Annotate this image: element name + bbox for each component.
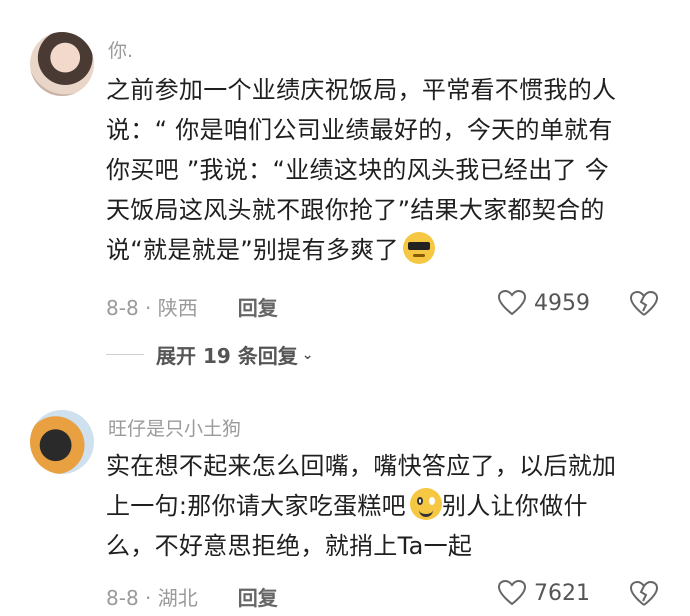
reply-button[interactable]: 回复 — [238, 296, 278, 320]
comment-line-text: 说“就是就是”别提有多爽了 — [106, 236, 399, 264]
comment-meta: 8-8 · 陕西 回复 — [106, 292, 278, 321]
comment-text: 之前参加一个业绩庆祝饭局，平常看不惯我的人 说：“ 你是咱们公司业绩最好的，今天… — [106, 70, 666, 270]
date-location: 8-8 · 湖北 — [106, 586, 198, 610]
username[interactable]: 旺仔是只小土狗 — [108, 414, 241, 441]
comment-line-text: 别人让你做什 — [442, 492, 588, 520]
cool-sunglasses-emoji-icon — [402, 232, 435, 264]
smile-emoji-icon — [410, 488, 442, 520]
expand-replies-label: 展开 19 条回复 — [156, 344, 298, 368]
avatar[interactable] — [30, 32, 94, 96]
comment-line: 之前参加一个业绩庆祝饭局，平常看不惯我的人 — [106, 76, 617, 104]
like-button[interactable]: 4959 — [498, 290, 590, 316]
broken-heart-icon — [629, 290, 659, 316]
divider — [106, 354, 144, 355]
comment-line: 么，不好意思拒绝，就捎上Ta一起 — [106, 532, 473, 560]
broken-heart-icon — [629, 580, 659, 606]
reply-button[interactable]: 回复 — [238, 586, 278, 610]
dislike-button[interactable] — [629, 290, 659, 321]
chevron-down-icon: ⌄ — [301, 346, 314, 363]
expand-replies-button[interactable]: 展开 19 条回复 ⌄ — [106, 340, 314, 369]
like-count: 4959 — [534, 290, 590, 316]
comment-line-text: 上一句:那你请大家吃蛋糕吧 — [106, 492, 406, 520]
comment-line: 你买吧 ”我说：“业绩这块的风头我已经出了 今 — [106, 156, 610, 184]
comment-text: 实在想不起来怎么回嘴，嘴快答应了，以后就加 上一句:那你请大家吃蛋糕吧 别人让你做… — [106, 446, 666, 566]
like-button[interactable]: 7621 — [498, 580, 590, 606]
avatar[interactable] — [30, 410, 94, 474]
like-count: 7621 — [534, 580, 590, 606]
date-location: 8-8 · 陕西 — [106, 296, 198, 320]
comment-line: 说“就是就是”别提有多爽了 — [106, 230, 666, 270]
comment-line: 上一句:那你请大家吃蛋糕吧 别人让你做什 — [106, 486, 666, 526]
comment-meta: 8-8 · 湖北 回复 — [106, 582, 278, 611]
comment-line: 说：“ 你是咱们公司业绩最好的，今天的单就有 — [106, 116, 613, 144]
comment-line: 天饭局这风头就不跟你抢了”结果大家都契合的 — [106, 196, 605, 224]
heart-icon — [498, 580, 526, 606]
dislike-button[interactable] — [629, 580, 659, 611]
heart-icon — [498, 290, 526, 316]
username[interactable]: 你. — [108, 36, 133, 63]
comment-line: 实在想不起来怎么回嘴，嘴快答应了，以后就加 — [106, 452, 617, 480]
